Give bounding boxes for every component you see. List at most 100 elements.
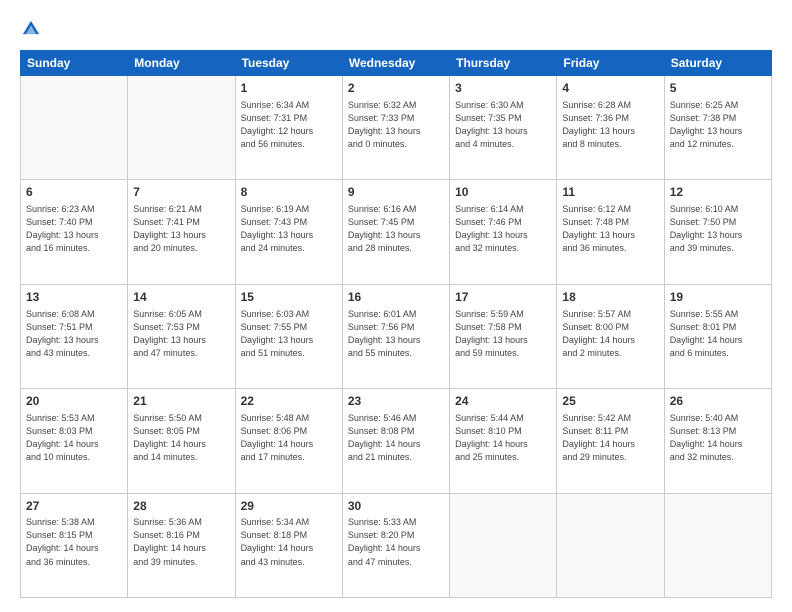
day-number: 25	[562, 393, 658, 410]
day-number: 29	[241, 498, 337, 515]
day-info: Sunrise: 6:25 AM Sunset: 7:38 PM Dayligh…	[670, 99, 766, 151]
logo-icon	[20, 18, 42, 40]
calendar-day-header: Sunday	[21, 51, 128, 76]
day-info: Sunrise: 5:48 AM Sunset: 8:06 PM Dayligh…	[241, 412, 337, 464]
day-number: 24	[455, 393, 551, 410]
calendar-day-header: Thursday	[450, 51, 557, 76]
day-number: 16	[348, 289, 444, 306]
calendar-cell	[128, 76, 235, 180]
calendar-cell: 16 Sunrise: 6:01 AM Sunset: 7:56 PM Dayli…	[342, 284, 449, 388]
calendar-cell: 25 Sunrise: 5:42 AM Sunset: 8:11 PM Dayli…	[557, 389, 664, 493]
day-info: Sunrise: 6:01 AM Sunset: 7:56 PM Dayligh…	[348, 308, 444, 360]
calendar-week-row: 20 Sunrise: 5:53 AM Sunset: 8:03 PM Dayli…	[21, 389, 772, 493]
day-number: 2	[348, 80, 444, 97]
calendar-cell: 11Sunrise: 6:12 AM Sunset: 7:48 PM Dayli…	[557, 180, 664, 284]
calendar-cell: 10 Sunrise: 6:14 AM Sunset: 7:46 PM Dayli…	[450, 180, 557, 284]
calendar-day-header: Wednesday	[342, 51, 449, 76]
day-info: Sunrise: 6:12 AM Sunset: 7:48 PM Dayligh…	[562, 203, 658, 255]
day-info: Sunrise: 6:34 AM Sunset: 7:31 PM Dayligh…	[241, 99, 337, 151]
day-info: Sunrise: 5:55 AM Sunset: 8:01 PM Dayligh…	[670, 308, 766, 360]
day-info: Sunrise: 6:23 AM Sunset: 7:40 PM Dayligh…	[26, 203, 122, 255]
calendar-cell	[21, 76, 128, 180]
day-number: 28	[133, 498, 229, 515]
day-info: Sunrise: 6:08 AM Sunset: 7:51 PM Dayligh…	[26, 308, 122, 360]
day-number: 1	[241, 80, 337, 97]
calendar-week-row: 27Sunrise: 5:38 AM Sunset: 8:15 PM Dayli…	[21, 493, 772, 597]
calendar-cell: 6Sunrise: 6:23 AM Sunset: 7:40 PM Daylig…	[21, 180, 128, 284]
calendar-cell: 17 Sunrise: 5:59 AM Sunset: 7:58 PM Dayli…	[450, 284, 557, 388]
day-info: Sunrise: 6:28 AM Sunset: 7:36 PM Dayligh…	[562, 99, 658, 151]
day-info: Sunrise: 6:21 AM Sunset: 7:41 PM Dayligh…	[133, 203, 229, 255]
calendar-cell: 19 Sunrise: 5:55 AM Sunset: 8:01 PM Dayli…	[664, 284, 771, 388]
header	[20, 18, 772, 40]
calendar-cell: 2 Sunrise: 6:32 AM Sunset: 7:33 PM Daylig…	[342, 76, 449, 180]
calendar-cell: 15 Sunrise: 6:03 AM Sunset: 7:55 PM Dayli…	[235, 284, 342, 388]
day-info: Sunrise: 5:57 AM Sunset: 8:00 PM Dayligh…	[562, 308, 658, 360]
day-number: 23	[348, 393, 444, 410]
day-number: 22	[241, 393, 337, 410]
day-info: Sunrise: 6:19 AM Sunset: 7:43 PM Dayligh…	[241, 203, 337, 255]
calendar-day-header: Monday	[128, 51, 235, 76]
calendar-cell: 4 Sunrise: 6:28 AM Sunset: 7:36 PM Daylig…	[557, 76, 664, 180]
day-number: 15	[241, 289, 337, 306]
day-info: Sunrise: 5:46 AM Sunset: 8:08 PM Dayligh…	[348, 412, 444, 464]
calendar-cell	[450, 493, 557, 597]
calendar-cell: 9Sunrise: 6:16 AM Sunset: 7:45 PM Daylig…	[342, 180, 449, 284]
day-number: 12	[670, 184, 766, 201]
calendar-cell: 30Sunrise: 5:33 AM Sunset: 8:20 PM Dayli…	[342, 493, 449, 597]
day-number: 3	[455, 80, 551, 97]
calendar-cell: 20 Sunrise: 5:53 AM Sunset: 8:03 PM Dayli…	[21, 389, 128, 493]
day-info: Sunrise: 6:03 AM Sunset: 7:55 PM Dayligh…	[241, 308, 337, 360]
day-info: Sunrise: 5:50 AM Sunset: 8:05 PM Dayligh…	[133, 412, 229, 464]
day-number: 14	[133, 289, 229, 306]
day-number: 13	[26, 289, 122, 306]
calendar-week-row: 6Sunrise: 6:23 AM Sunset: 7:40 PM Daylig…	[21, 180, 772, 284]
calendar-cell: 8 Sunrise: 6:19 AM Sunset: 7:43 PM Daylig…	[235, 180, 342, 284]
calendar-day-header: Tuesday	[235, 51, 342, 76]
calendar-cell: 14 Sunrise: 6:05 AM Sunset: 7:53 PM Dayli…	[128, 284, 235, 388]
calendar-cell: 5 Sunrise: 6:25 AM Sunset: 7:38 PM Daylig…	[664, 76, 771, 180]
day-number: 20	[26, 393, 122, 410]
calendar-cell: 24 Sunrise: 5:44 AM Sunset: 8:10 PM Dayli…	[450, 389, 557, 493]
day-info: Sunrise: 6:05 AM Sunset: 7:53 PM Dayligh…	[133, 308, 229, 360]
day-number: 9	[348, 184, 444, 201]
day-number: 8	[241, 184, 337, 201]
day-info: Sunrise: 5:59 AM Sunset: 7:58 PM Dayligh…	[455, 308, 551, 360]
day-info: Sunrise: 5:36 AM Sunset: 8:16 PM Dayligh…	[133, 516, 229, 568]
day-info: Sunrise: 6:32 AM Sunset: 7:33 PM Dayligh…	[348, 99, 444, 151]
calendar-day-header: Saturday	[664, 51, 771, 76]
day-info: Sunrise: 6:10 AM Sunset: 7:50 PM Dayligh…	[670, 203, 766, 255]
calendar-table: SundayMondayTuesdayWednesdayThursdayFrid…	[20, 50, 772, 598]
day-info: Sunrise: 5:38 AM Sunset: 8:15 PM Dayligh…	[26, 516, 122, 568]
day-info: Sunrise: 5:42 AM Sunset: 8:11 PM Dayligh…	[562, 412, 658, 464]
day-info: Sunrise: 5:44 AM Sunset: 8:10 PM Dayligh…	[455, 412, 551, 464]
day-number: 10	[455, 184, 551, 201]
day-number: 18	[562, 289, 658, 306]
calendar-cell: 18 Sunrise: 5:57 AM Sunset: 8:00 PM Dayli…	[557, 284, 664, 388]
day-info: Sunrise: 6:30 AM Sunset: 7:35 PM Dayligh…	[455, 99, 551, 151]
calendar-cell: 12 Sunrise: 6:10 AM Sunset: 7:50 PM Dayli…	[664, 180, 771, 284]
page: SundayMondayTuesdayWednesdayThursdayFrid…	[0, 0, 792, 612]
calendar-week-row: 13 Sunrise: 6:08 AM Sunset: 7:51 PM Dayli…	[21, 284, 772, 388]
calendar-cell: 26Sunrise: 5:40 AM Sunset: 8:13 PM Dayli…	[664, 389, 771, 493]
calendar-cell	[557, 493, 664, 597]
day-number: 26	[670, 393, 766, 410]
day-number: 5	[670, 80, 766, 97]
calendar-header-row: SundayMondayTuesdayWednesdayThursdayFrid…	[21, 51, 772, 76]
logo	[20, 18, 46, 40]
day-number: 17	[455, 289, 551, 306]
day-number: 7	[133, 184, 229, 201]
calendar-cell	[664, 493, 771, 597]
day-info: Sunrise: 6:14 AM Sunset: 7:46 PM Dayligh…	[455, 203, 551, 255]
day-info: Sunrise: 5:53 AM Sunset: 8:03 PM Dayligh…	[26, 412, 122, 464]
calendar-cell: 27Sunrise: 5:38 AM Sunset: 8:15 PM Dayli…	[21, 493, 128, 597]
day-number: 4	[562, 80, 658, 97]
calendar-cell: 21Sunrise: 5:50 AM Sunset: 8:05 PM Dayli…	[128, 389, 235, 493]
calendar-cell: 7 Sunrise: 6:21 AM Sunset: 7:41 PM Daylig…	[128, 180, 235, 284]
calendar-cell: 22 Sunrise: 5:48 AM Sunset: 8:06 PM Dayli…	[235, 389, 342, 493]
calendar-cell: 29Sunrise: 5:34 AM Sunset: 8:18 PM Dayli…	[235, 493, 342, 597]
day-info: Sunrise: 5:33 AM Sunset: 8:20 PM Dayligh…	[348, 516, 444, 568]
day-number: 19	[670, 289, 766, 306]
day-info: Sunrise: 5:34 AM Sunset: 8:18 PM Dayligh…	[241, 516, 337, 568]
calendar-week-row: 1 Sunrise: 6:34 AM Sunset: 7:31 PM Daylig…	[21, 76, 772, 180]
